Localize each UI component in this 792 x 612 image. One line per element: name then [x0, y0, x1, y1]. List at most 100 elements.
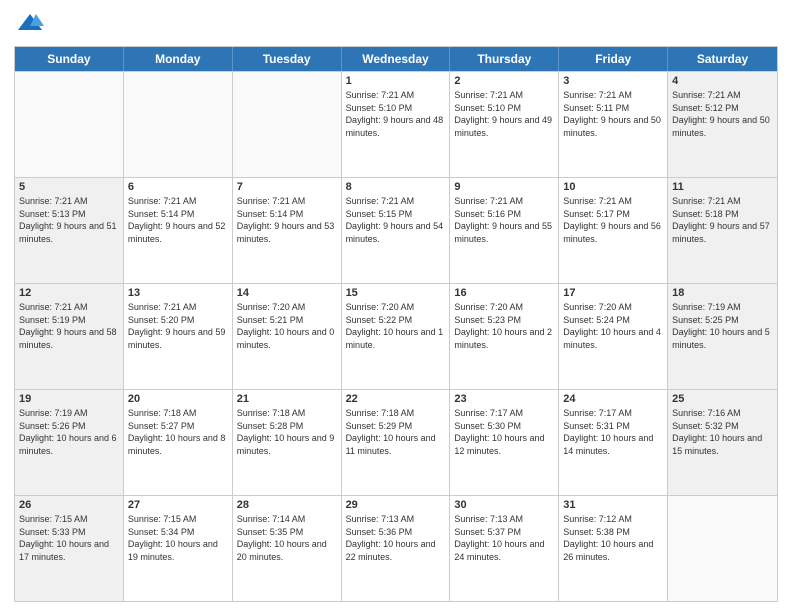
day-info: Sunrise: 7:13 AM Sunset: 5:36 PM Dayligh…	[346, 513, 446, 563]
calendar-cell: 7Sunrise: 7:21 AM Sunset: 5:14 PM Daylig…	[233, 178, 342, 283]
calendar-row: 1 Sunrise: 7:21 AM Sunset: 5:10 PM Daylig…	[15, 71, 777, 177]
calendar-row: 5 Sunrise: 7:21 AM Sunset: 5:13 PM Daylig…	[15, 177, 777, 283]
calendar-cell: 16 Sunrise: 7:20 AM Sunset: 5:23 PM Dayli…	[450, 284, 559, 389]
day-info: Sunrise: 7:15 AM Sunset: 5:34 PM Dayligh…	[128, 513, 228, 563]
day-number: 1	[346, 75, 446, 87]
calendar-cell: 9 Sunrise: 7:21 AM Sunset: 5:16 PM Daylig…	[450, 178, 559, 283]
day-info: Sunrise: 7:19 AM Sunset: 5:25 PM Dayligh…	[672, 301, 773, 351]
calendar-cell: 27 Sunrise: 7:15 AM Sunset: 5:34 PM Dayli…	[124, 496, 233, 601]
calendar-cell: 14 Sunrise: 7:20 AM Sunset: 5:21 PM Dayli…	[233, 284, 342, 389]
day-info: Sunrise: 7:16 AM Sunset: 5:32 PM Dayligh…	[672, 407, 773, 457]
day-info: Sunrise: 7:21 AM Sunset: 5:17 PM Dayligh…	[563, 195, 663, 245]
day-info: Sunrise: 7:19 AM Sunset: 5:26 PM Dayligh…	[19, 407, 119, 457]
day-number: 5	[19, 181, 119, 193]
day-info: Sunrise: 7:21 AM Sunset: 5:12 PM Dayligh…	[672, 89, 773, 139]
calendar-cell: 31 Sunrise: 7:12 AM Sunset: 5:38 PM Dayli…	[559, 496, 668, 601]
calendar-cell: 8 Sunrise: 7:21 AM Sunset: 5:15 PM Daylig…	[342, 178, 451, 283]
day-number: 18	[672, 287, 773, 299]
calendar-header-cell: Wednesday	[342, 47, 451, 71]
day-info: Sunrise: 7:21 AM Sunset: 5:16 PM Dayligh…	[454, 195, 554, 245]
day-number: 11	[672, 181, 773, 193]
day-number: 16	[454, 287, 554, 299]
logo-icon	[16, 10, 44, 38]
day-number: 19	[19, 393, 119, 405]
day-info: Sunrise: 7:21 AM Sunset: 5:13 PM Dayligh…	[19, 195, 119, 245]
day-info: Sunrise: 7:20 AM Sunset: 5:24 PM Dayligh…	[563, 301, 663, 351]
calendar-cell: 24Sunrise: 7:17 AM Sunset: 5:31 PM Dayli…	[559, 390, 668, 495]
day-number: 13	[128, 287, 228, 299]
calendar-cell	[124, 72, 233, 177]
calendar-header-row: SundayMondayTuesdayWednesdayThursdayFrid…	[15, 47, 777, 71]
day-info: Sunrise: 7:20 AM Sunset: 5:22 PM Dayligh…	[346, 301, 446, 351]
calendar-cell: 11 Sunrise: 7:21 AM Sunset: 5:18 PM Dayli…	[668, 178, 777, 283]
day-info: Sunrise: 7:17 AM Sunset: 5:31 PM Dayligh…	[563, 407, 663, 457]
day-info: Sunrise: 7:18 AM Sunset: 5:28 PM Dayligh…	[237, 407, 337, 457]
logo	[14, 10, 44, 38]
day-number: 2	[454, 75, 554, 87]
day-info: Sunrise: 7:12 AM Sunset: 5:38 PM Dayligh…	[563, 513, 663, 563]
day-number: 21	[237, 393, 337, 405]
calendar-cell	[15, 72, 124, 177]
calendar-cell: 3 Sunrise: 7:21 AM Sunset: 5:11 PM Daylig…	[559, 72, 668, 177]
calendar-cell: 10 Sunrise: 7:21 AM Sunset: 5:17 PM Dayli…	[559, 178, 668, 283]
calendar-cell: 28Sunrise: 7:14 AM Sunset: 5:35 PM Dayli…	[233, 496, 342, 601]
day-number: 29	[346, 499, 446, 511]
calendar-header-cell: Tuesday	[233, 47, 342, 71]
day-info: Sunrise: 7:13 AM Sunset: 5:37 PM Dayligh…	[454, 513, 554, 563]
day-info: Sunrise: 7:21 AM Sunset: 5:11 PM Dayligh…	[563, 89, 663, 139]
day-info: Sunrise: 7:21 AM Sunset: 5:14 PM Dayligh…	[128, 195, 228, 245]
page: SundayMondayTuesdayWednesdayThursdayFrid…	[0, 0, 792, 612]
day-number: 9	[454, 181, 554, 193]
calendar-cell: 30 Sunrise: 7:13 AM Sunset: 5:37 PM Dayli…	[450, 496, 559, 601]
day-info: Sunrise: 7:18 AM Sunset: 5:27 PM Dayligh…	[128, 407, 228, 457]
day-number: 17	[563, 287, 663, 299]
day-number: 23	[454, 393, 554, 405]
calendar-header-cell: Friday	[559, 47, 668, 71]
day-number: 4	[672, 75, 773, 87]
calendar-cell: 4 Sunrise: 7:21 AM Sunset: 5:12 PM Daylig…	[668, 72, 777, 177]
day-number: 28	[237, 499, 337, 511]
calendar-header-cell: Monday	[124, 47, 233, 71]
day-number: 20	[128, 393, 228, 405]
calendar-cell: 12Sunrise: 7:21 AM Sunset: 5:19 PM Dayli…	[15, 284, 124, 389]
day-number: 31	[563, 499, 663, 511]
calendar-header-cell: Sunday	[15, 47, 124, 71]
calendar-cell: 26 Sunrise: 7:15 AM Sunset: 5:33 PM Dayli…	[15, 496, 124, 601]
day-number: 3	[563, 75, 663, 87]
calendar-cell: 21 Sunrise: 7:18 AM Sunset: 5:28 PM Dayli…	[233, 390, 342, 495]
calendar-row: 19 Sunrise: 7:19 AM Sunset: 5:26 PM Dayli…	[15, 389, 777, 495]
day-number: 22	[346, 393, 446, 405]
calendar-header-cell: Thursday	[450, 47, 559, 71]
day-number: 25	[672, 393, 773, 405]
day-info: Sunrise: 7:21 AM Sunset: 5:20 PM Dayligh…	[128, 301, 228, 351]
header	[14, 10, 778, 38]
day-number: 15	[346, 287, 446, 299]
calendar-cell: 6Sunrise: 7:21 AM Sunset: 5:14 PM Daylig…	[124, 178, 233, 283]
calendar-row: 12Sunrise: 7:21 AM Sunset: 5:19 PM Dayli…	[15, 283, 777, 389]
day-info: Sunrise: 7:20 AM Sunset: 5:23 PM Dayligh…	[454, 301, 554, 351]
calendar-cell: 2 Sunrise: 7:21 AM Sunset: 5:10 PM Daylig…	[450, 72, 559, 177]
calendar-cell: 13 Sunrise: 7:21 AM Sunset: 5:20 PM Dayli…	[124, 284, 233, 389]
calendar-cell	[233, 72, 342, 177]
calendar-header-cell: Saturday	[668, 47, 777, 71]
calendar-cell: 25 Sunrise: 7:16 AM Sunset: 5:32 PM Dayli…	[668, 390, 777, 495]
calendar-cell: 19 Sunrise: 7:19 AM Sunset: 5:26 PM Dayli…	[15, 390, 124, 495]
day-info: Sunrise: 7:20 AM Sunset: 5:21 PM Dayligh…	[237, 301, 337, 351]
day-number: 14	[237, 287, 337, 299]
calendar-cell	[668, 496, 777, 601]
day-number: 26	[19, 499, 119, 511]
calendar: SundayMondayTuesdayWednesdayThursdayFrid…	[14, 46, 778, 602]
day-number: 27	[128, 499, 228, 511]
day-info: Sunrise: 7:15 AM Sunset: 5:33 PM Dayligh…	[19, 513, 119, 563]
calendar-cell: 17 Sunrise: 7:20 AM Sunset: 5:24 PM Dayli…	[559, 284, 668, 389]
calendar-cell: 22 Sunrise: 7:18 AM Sunset: 5:29 PM Dayli…	[342, 390, 451, 495]
day-info: Sunrise: 7:21 AM Sunset: 5:18 PM Dayligh…	[672, 195, 773, 245]
day-info: Sunrise: 7:21 AM Sunset: 5:15 PM Dayligh…	[346, 195, 446, 245]
day-number: 10	[563, 181, 663, 193]
day-info: Sunrise: 7:18 AM Sunset: 5:29 PM Dayligh…	[346, 407, 446, 457]
day-number: 30	[454, 499, 554, 511]
day-info: Sunrise: 7:17 AM Sunset: 5:30 PM Dayligh…	[454, 407, 554, 457]
calendar-cell: 1Sunrise: 7:21 AM Sunset: 5:10 PM Daylig…	[342, 72, 451, 177]
day-number: 8	[346, 181, 446, 193]
day-info: Sunrise: 7:21 AM Sunset: 5:10 PM Dayligh…	[454, 89, 554, 139]
